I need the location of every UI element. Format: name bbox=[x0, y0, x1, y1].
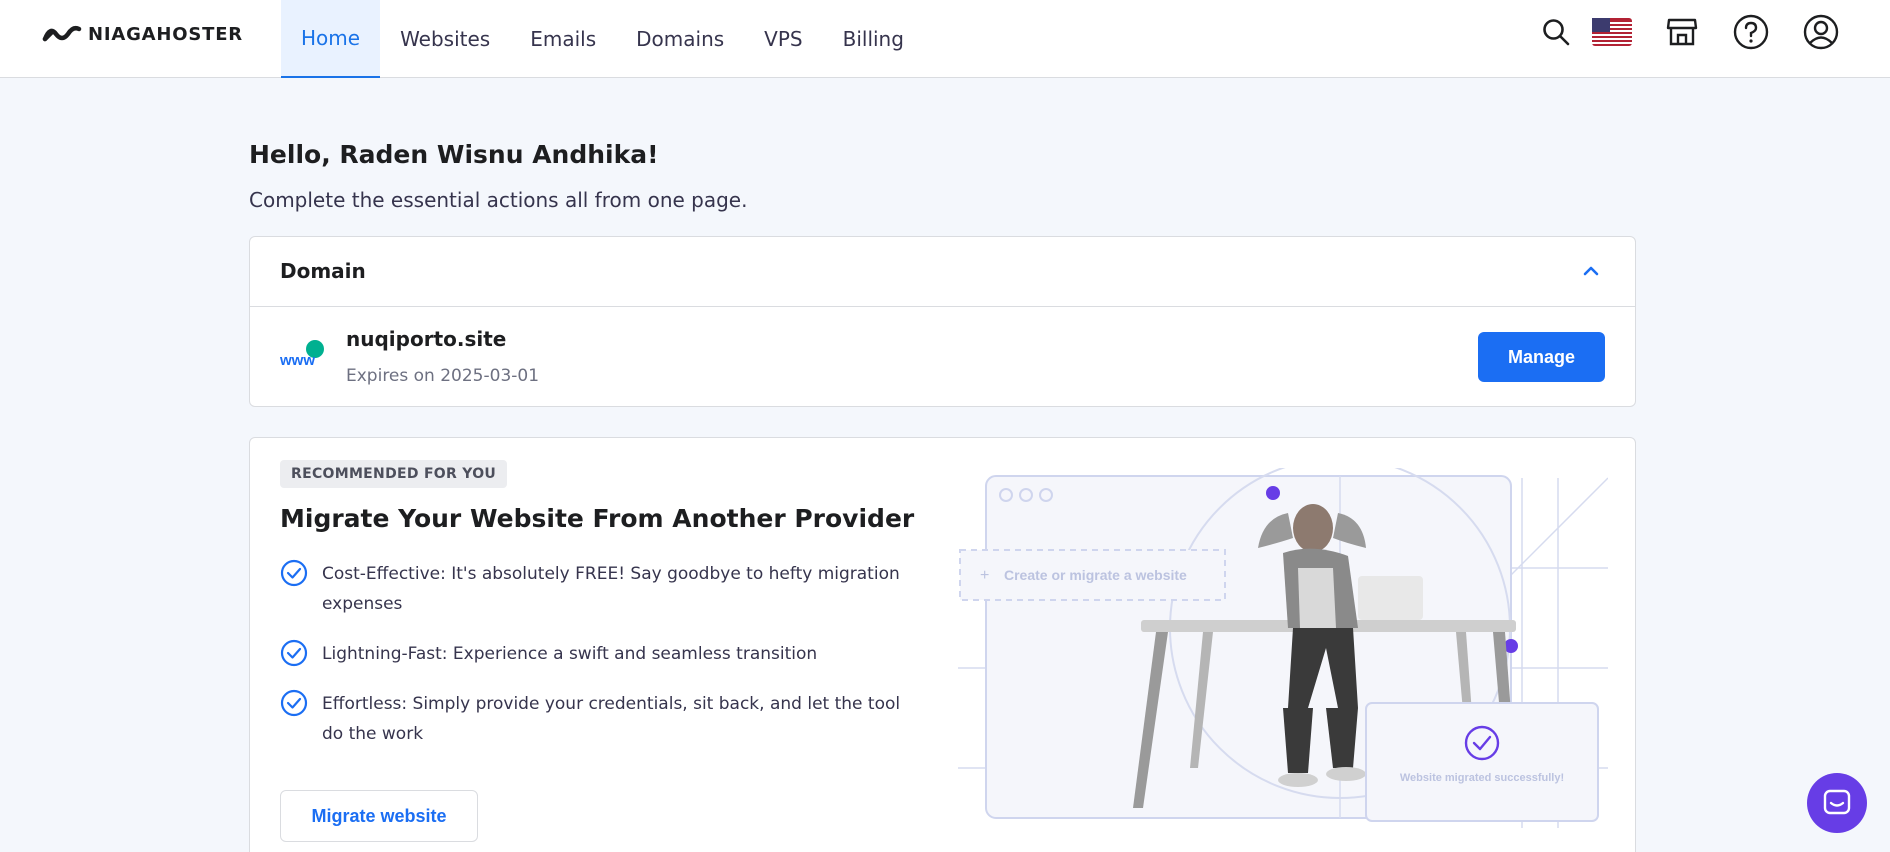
benefit-text: Effortless: Simply provide your credenti… bbox=[322, 694, 901, 744]
domain-card: Domain www nuqiporto.site Expires on 202… bbox=[249, 236, 1636, 407]
domain-www-icon: www bbox=[280, 340, 324, 369]
benefit-item: Lightning-Fast: Experience a swift and s… bbox=[280, 639, 920, 669]
manage-domain-button[interactable]: Manage bbox=[1478, 332, 1605, 382]
svg-text:+: + bbox=[980, 567, 989, 584]
niagahoster-logo-icon bbox=[42, 25, 82, 42]
nav-billing[interactable]: Billing bbox=[823, 0, 924, 78]
migrate-website-button[interactable]: Migrate website bbox=[280, 790, 478, 842]
check-circle-icon bbox=[280, 639, 308, 667]
help-icon[interactable] bbox=[1733, 14, 1769, 50]
nav-websites[interactable]: Websites bbox=[380, 0, 510, 78]
chat-support-button[interactable] bbox=[1807, 773, 1867, 833]
niagahoster-logo[interactable]: NIAGAHOSTER bbox=[42, 22, 243, 46]
domain-card-header[interactable]: Domain bbox=[250, 237, 1635, 307]
migration-illustration: + Create or migrate a website Website mi… bbox=[958, 468, 1608, 828]
nav-domains[interactable]: Domains bbox=[616, 0, 744, 78]
page-title: Hello, Raden Wisnu Andhika! bbox=[249, 140, 659, 169]
illustration-create-label: Create or migrate a website bbox=[1004, 567, 1187, 583]
top-navigation-bar: NIAGAHOSTER Home Websites Emails Domains… bbox=[0, 0, 1890, 78]
chevron-up-icon[interactable] bbox=[1581, 261, 1601, 281]
account-icon[interactable] bbox=[1803, 14, 1839, 50]
us-flag-icon[interactable] bbox=[1592, 14, 1632, 50]
page-subtitle: Complete the essential actions all from … bbox=[249, 188, 748, 212]
brand-name: NIAGAHOSTER bbox=[88, 23, 243, 45]
check-circle-icon bbox=[280, 559, 308, 587]
recommended-badge: RECOMMENDED FOR YOU bbox=[280, 460, 508, 488]
check-circle-icon bbox=[280, 689, 308, 717]
recommendation-title: Migrate Your Website From Another Provid… bbox=[280, 504, 915, 533]
benefit-text: Cost-Effective: It's absolutely FREE! Sa… bbox=[322, 564, 900, 614]
store-icon[interactable] bbox=[1664, 14, 1700, 50]
main-nav: Home Websites Emails Domains VPS Billing bbox=[281, 0, 924, 78]
domain-card-title: Domain bbox=[280, 259, 366, 283]
illustration-success-label: Website migrated successfully! bbox=[1400, 772, 1564, 784]
nav-emails[interactable]: Emails bbox=[510, 0, 616, 78]
recommendation-card: RECOMMENDED FOR YOU Migrate Your Website… bbox=[249, 437, 1636, 852]
nav-home[interactable]: Home bbox=[281, 0, 381, 78]
benefit-item: Effortless: Simply provide your credenti… bbox=[280, 689, 920, 749]
search-icon[interactable] bbox=[1538, 14, 1574, 50]
benefit-text: Lightning-Fast: Experience a swift and s… bbox=[322, 644, 818, 664]
benefit-item: Cost-Effective: It's absolutely FREE! Sa… bbox=[280, 559, 920, 619]
chat-icon bbox=[1823, 789, 1851, 815]
nav-vps[interactable]: VPS bbox=[744, 0, 822, 78]
domain-name[interactable]: nuqiporto.site bbox=[346, 327, 506, 351]
svg-text:www: www bbox=[280, 352, 315, 369]
domain-expiry: Expires on 2025-03-01 bbox=[346, 366, 540, 386]
